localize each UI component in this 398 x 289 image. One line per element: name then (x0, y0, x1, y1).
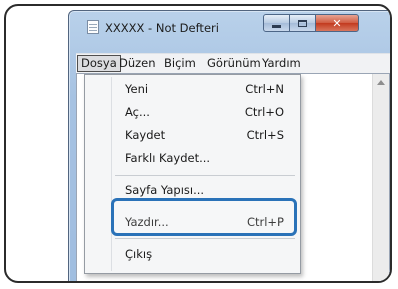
minimize-icon (272, 24, 281, 28)
vertical-scrollbar[interactable] (372, 74, 389, 281)
menu-item-label: Kaydet (125, 128, 166, 142)
menu-separator (115, 175, 295, 176)
title-bar[interactable]: XXXXX - Not Defteri ✕ (69, 11, 390, 39)
menu-bar: Dosya Düzen Biçim Görünüm Yardım (76, 53, 390, 74)
menu-item-shortcut: Ctrl+S (246, 128, 284, 142)
menu-item-cikis[interactable]: Çıkış (85, 244, 300, 264)
screenshot-frame: XXXXX - Not Defteri ✕ Dosya Düzen Biçim … (4, 4, 392, 283)
scroll-up-icon[interactable] (377, 80, 385, 85)
menu-item-kaydet[interactable]: Kaydet Ctrl+S (85, 125, 300, 145)
menu-dosya[interactable]: Dosya (77, 55, 121, 72)
notepad-icon (87, 20, 99, 34)
menu-item-label: Sayfa Yapısı... (125, 183, 205, 197)
menu-gorunum[interactable]: Görünüm (204, 56, 264, 71)
menu-yardim[interactable]: Yardım (259, 56, 304, 71)
minimize-button[interactable] (263, 14, 290, 32)
menu-item-ac[interactable]: Aç... Ctrl+O (85, 102, 300, 122)
menu-item-label: Aç... (125, 105, 150, 119)
close-icon: ✕ (332, 16, 342, 30)
menu-item-label: Çıkış (125, 247, 153, 261)
menu-duzen[interactable]: Düzen (116, 56, 159, 71)
menu-item-shortcut: Ctrl+O (244, 105, 284, 119)
menu-item-sayfa-yapisi[interactable]: Sayfa Yapısı... (85, 180, 300, 200)
maximize-button[interactable] (289, 14, 316, 32)
menu-item-label: Farklı Kaydet... (125, 151, 211, 165)
menu-item-yeni[interactable]: Yeni Ctrl+N (85, 79, 300, 99)
print-highlight-callout (111, 198, 297, 236)
menu-item-label: Yeni (125, 82, 149, 96)
file-menu-dropdown: Yeni Ctrl+N Aç... Ctrl+O Kaydet Ctrl+S F… (84, 74, 301, 274)
menu-separator (115, 238, 295, 239)
menu-item-farkli-kaydet[interactable]: Farklı Kaydet... (85, 148, 300, 168)
menu-bicim[interactable]: Biçim (161, 56, 199, 71)
window-title: XXXXX - Not Defteri (105, 21, 219, 35)
maximize-icon (298, 19, 307, 27)
menu-item-shortcut: Ctrl+N (245, 82, 284, 96)
close-button[interactable]: ✕ (315, 14, 359, 32)
